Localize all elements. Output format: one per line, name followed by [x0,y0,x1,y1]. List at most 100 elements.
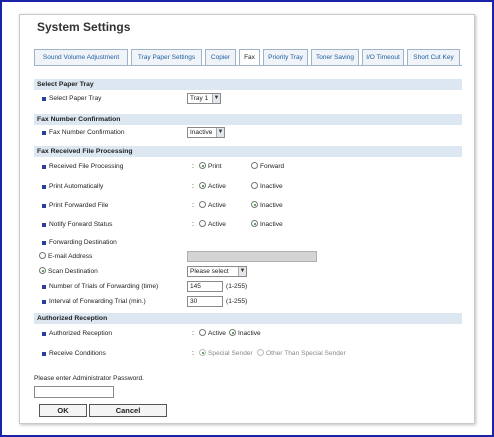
row-interval: Interval of Forwarding Trial (min.) 30 (… [37,296,462,308]
ok-button[interactable]: OK [39,404,87,417]
radio-authorized-inactive[interactable]: Inactive [229,328,261,340]
row-print-automatically: Print Automatically : Active Inactive [37,181,462,193]
special-sender-label: Special Sender [208,350,253,357]
row-email-address: E-mail Address [37,251,462,263]
radio-inactive-label: Inactive [260,221,283,228]
fax-number-confirmation-value: Inactive [190,129,213,136]
forwarding-destination-label: Forwarding Destination [49,239,117,246]
page-title: System Settings [37,20,131,34]
radio-active-label: Active [208,183,226,190]
tab-sound-volume[interactable]: Sound Volume Adjustment [34,49,128,65]
radio-forward[interactable]: Forward [251,161,284,173]
radio-icon [39,252,46,259]
interval-input[interactable]: 30 [187,296,223,307]
radio-icon [199,329,206,336]
bullet-icon [42,300,46,304]
receive-conditions-label: Receive Conditions [49,350,106,357]
radio-forward-label: Forward [260,163,285,170]
bullet-icon [42,131,46,135]
tab-underline [34,65,462,66]
radio-inactive-label: Inactive [260,183,283,190]
radio-email-address[interactable]: E-mail Address [39,251,92,263]
row-forwarding-destination: Forwarding Destination [37,237,462,249]
paper-tray-value: Tray 1 [190,95,209,102]
tab-io-timeout[interactable]: I/O Timeout [362,49,404,65]
row-select-paper-tray: Select Paper Tray Tray 1 ▼ [37,93,462,105]
row-authorized-reception: Authorized Reception : Active Inactive [37,328,462,340]
tab-short-cut-key[interactable]: Short Cut Key [407,49,460,65]
password-prompt: Please enter Administrator Password. [34,375,144,382]
radio-icon [251,162,258,169]
radio-icon [251,182,258,189]
bullet-icon [42,165,46,169]
radio-selected-icon [199,349,206,356]
chevron-down-icon: ▼ [212,94,220,103]
section-received-processing: Fax Received File Processing [34,146,462,157]
bullet-icon [42,285,46,289]
section-paper-tray: Select Paper Tray [34,79,462,90]
scan-destination-select[interactable]: Please select ▼ [187,266,247,277]
radio-icon [199,201,206,208]
bullet-icon [42,241,46,245]
colon: : [192,202,194,209]
colon: : [192,330,194,337]
row-received-file-processing: Received File Processing : Print Forward [37,161,462,173]
bullet-icon [42,352,46,356]
radio-inactive-label: Inactive [260,202,283,209]
password-input[interactable] [34,386,114,398]
email-address-input[interactable] [187,251,317,262]
row-receive-conditions: Receive Conditions : Special Sender Othe… [37,348,462,360]
radio-other-sender[interactable]: Other Than Special Sender [257,348,346,360]
radio-print-forwarded-inactive[interactable]: Inactive [251,200,283,212]
fax-number-confirmation-select[interactable]: Inactive ▼ [187,127,225,138]
radio-print-auto-inactive[interactable]: Inactive [251,181,283,193]
paper-tray-select[interactable]: Tray 1 ▼ [187,93,221,104]
tab-copier[interactable]: Copier [205,49,236,65]
interval-range: (1-255) [226,298,248,305]
radio-print-auto-active[interactable]: Active [199,181,226,193]
section-authorized: Authorized Reception [34,313,462,324]
row-print-forwarded-file: Print Forwarded File : Active Inactive [37,200,462,212]
chevron-down-icon: ▼ [216,128,224,137]
bullet-icon [42,204,46,208]
tab-priority-tray[interactable]: Priority Tray [263,49,308,65]
colon: : [192,221,194,228]
chevron-down-icon: ▼ [238,267,246,276]
radio-selected-icon [229,329,236,336]
trials-input[interactable]: 145 [187,281,223,292]
radio-print-label: Print [208,163,222,170]
radio-selected-icon [251,201,258,208]
radio-selected-icon [199,182,206,189]
colon: : [192,350,194,357]
scan-destination-value: Please select [190,268,229,275]
radio-notify-active[interactable]: Active [199,219,226,231]
radio-print[interactable]: Print [199,161,222,173]
cancel-button[interactable]: Cancel [89,404,167,417]
authorized-reception-label: Authorized Reception [49,330,113,337]
notify-forward-status-label: Notify Forward Status [49,221,113,228]
tab-fax[interactable]: Fax [239,49,260,66]
radio-active-label: Active [208,330,226,337]
print-forwarded-file-label: Print Forwarded File [49,202,109,209]
radio-notify-inactive[interactable]: Inactive [251,219,283,231]
section-fax-number: Fax Number Confirmation [34,114,462,125]
email-address-label: E-mail Address [48,253,93,260]
radio-selected-icon [251,220,258,227]
tab-toner-saving[interactable]: Toner Saving [311,49,359,65]
other-sender-label: Other Than Special Sender [266,350,346,357]
radio-special-sender[interactable]: Special Sender [199,348,253,360]
bullet-icon [42,97,46,101]
select-paper-tray-label: Select Paper Tray [49,95,102,102]
row-trials: Number of Trials of Forwarding (time) 14… [37,281,462,293]
radio-scan-destination[interactable]: Scan Destination [39,266,98,278]
row-notify-forward-status: Notify Forward Status : Active Inactive [37,219,462,231]
trials-range: (1-255) [226,283,248,290]
settings-panel: System Settings Sound Volume Adjustment … [19,14,475,424]
radio-authorized-active[interactable]: Active [199,328,226,340]
row-fax-number-confirmation: Fax Number Confirmation Inactive ▼ [37,127,462,139]
radio-inactive-label: Inactive [238,330,261,337]
radio-print-forwarded-active[interactable]: Active [199,200,226,212]
tab-tray-paper[interactable]: Tray Paper Settings [131,49,202,65]
bullet-icon [42,223,46,227]
received-file-processing-label: Received File Processing [49,163,124,170]
